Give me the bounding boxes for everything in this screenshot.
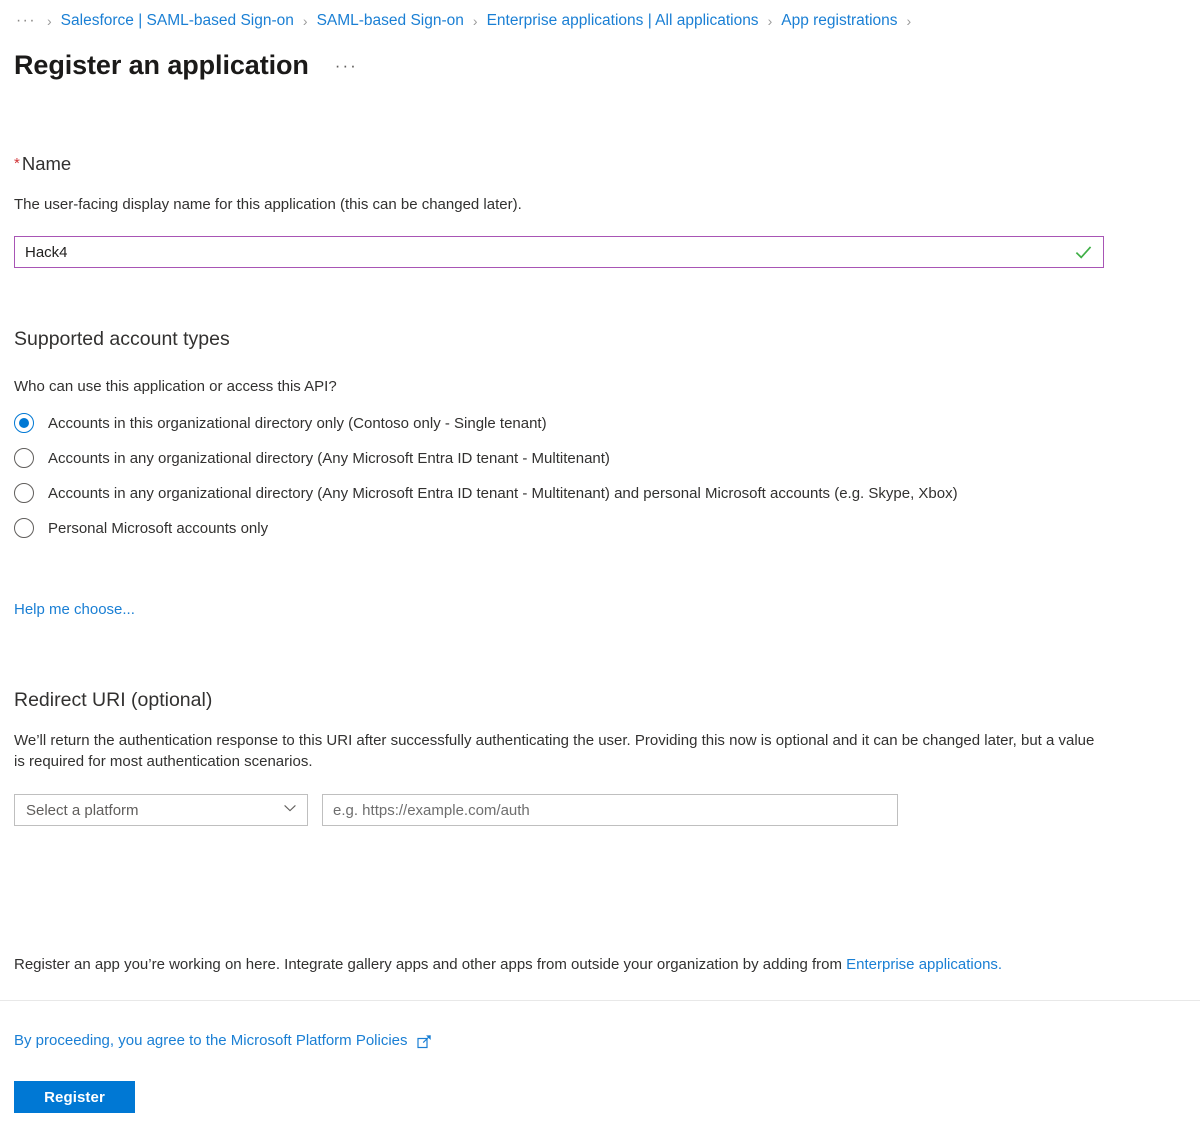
radio-option-label: Accounts in this organizational director… [48,415,547,432]
radio-option-label: Personal Microsoft accounts only [48,520,269,537]
name-input[interactable] [15,237,1069,267]
redirect-uri-controls: Select a platform [14,794,898,826]
footer-divider [0,1000,1200,1001]
enterprise-applications-link[interactable]: Enterprise applications. [846,956,1002,973]
supported-account-types-heading: Supported account types [14,328,230,350]
breadcrumb-item-salesforce-saml[interactable]: Salesforce | SAML-based Sign-on [61,12,294,30]
supported-account-types-radio-group: Accounts in this organizational director… [14,412,1094,552]
radio-option-label: Accounts in any organizational directory… [48,450,610,467]
footer-note: Register an app you’re working on here. … [14,954,1194,975]
breadcrumb-overflow-button[interactable]: ··· [14,12,38,30]
redirect-uri-description: We’ll return the authentication response… [14,732,1095,770]
radio-option-label: Accounts in any organizational directory… [48,485,958,502]
required-asterisk: * [14,155,20,172]
name-field-label: * Name [14,152,71,178]
radio-indicator-icon [14,483,34,503]
radio-indicator-icon [14,413,34,433]
name-label-text: Name [21,153,72,174]
radio-option-multitenant-and-personal[interactable]: Accounts in any organizational directory… [14,482,1094,506]
breadcrumb-separator-icon: › [47,13,52,29]
radio-indicator-icon [14,518,34,538]
page-title: Register an application [14,50,309,80]
platform-policies-link[interactable]: By proceeding, you agree to the Microsof… [14,1032,408,1049]
help-me-choose-link[interactable]: Help me choose... [14,599,135,620]
radio-option-personal-only[interactable]: Personal Microsoft accounts only [14,517,1094,541]
more-actions-button[interactable]: ··· [335,56,358,76]
radio-option-multitenant[interactable]: Accounts in any organizational directory… [14,447,1094,471]
register-button[interactable]: Register [14,1081,135,1113]
platform-select-value: Select a platform [26,801,139,819]
platform-policies-row[interactable]: By proceeding, you agree to the Microsof… [14,1032,432,1049]
name-field-description: The user-facing display name for this ap… [14,196,522,213]
checkmark-icon [1069,237,1097,267]
name-input-container[interactable] [14,236,1104,268]
supported-account-types-question: Who can use this application or access t… [14,378,337,395]
breadcrumb-separator-icon: › [472,13,478,29]
breadcrumb-separator-icon: › [302,13,308,29]
breadcrumb-separator-icon: › [767,13,773,29]
radio-option-single-tenant[interactable]: Accounts in this organizational director… [14,412,1094,436]
breadcrumb: ··· › Salesforce | SAML-based Sign-on › … [14,9,1200,33]
redirect-uri-input[interactable] [322,794,898,826]
chevron-down-icon [283,801,297,820]
breadcrumb-item-app-registrations[interactable]: App registrations [781,12,897,30]
footer-note-text: Register an app you’re working on here. … [14,956,847,973]
external-link-icon [416,1034,432,1049]
radio-indicator-icon [14,448,34,468]
redirect-uri-heading: Redirect URI (optional) [14,689,213,711]
breadcrumb-separator-icon: › [906,13,912,29]
breadcrumb-item-enterprise-applications[interactable]: Enterprise applications | All applicatio… [487,12,759,30]
platform-select[interactable]: Select a platform [14,794,308,826]
page-header: Register an application ··· [14,48,358,82]
breadcrumb-item-saml-based-sign-on[interactable]: SAML-based Sign-on [317,12,464,30]
